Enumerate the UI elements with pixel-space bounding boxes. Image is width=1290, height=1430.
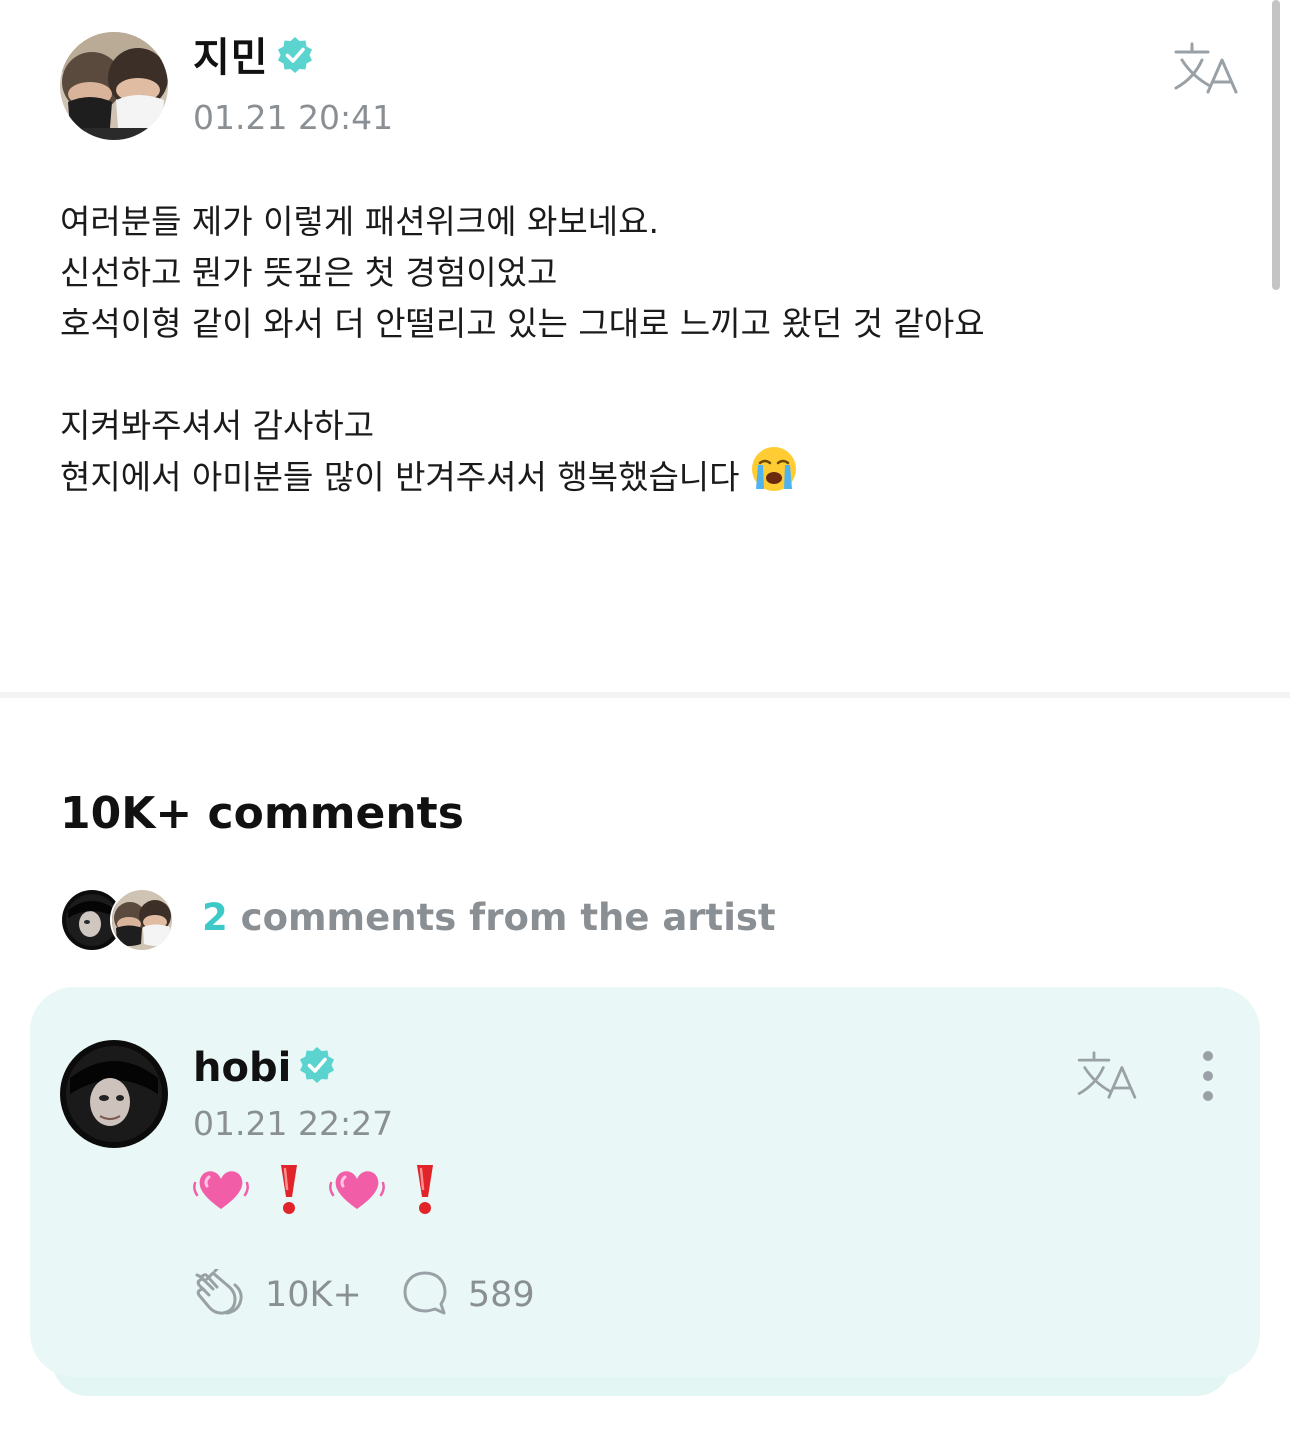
artist-comments-link[interactable]: 2 comments from the artist	[60, 886, 860, 952]
post-line: 신선하고 뭔가 뜻깊은 첫 경험이었고	[60, 253, 558, 292]
comment-timestamp: 01.21 22:27	[193, 1104, 394, 1143]
comment-author-row[interactable]: hobi	[193, 1044, 337, 1096]
author-name[interactable]: 지민	[193, 35, 269, 81]
artist-comments-text: comments from the artist	[240, 896, 776, 939]
comment-actions: 10K+ 589	[193, 1267, 535, 1323]
growing-heart-emoji	[329, 1161, 385, 1221]
reply-count: 589	[467, 1275, 535, 1315]
speech-bubble-icon	[402, 1270, 448, 1320]
post-line: 호석이형 같이 와서 더 안떨리고 있는 그대로 느끼고 왔던 것 같아요	[60, 304, 985, 343]
red-exclamation-emoji	[397, 1161, 453, 1221]
author-name-row[interactable]: 지민	[193, 34, 315, 86]
like-count: 10K+	[265, 1275, 362, 1315]
more-vertical-icon[interactable]	[1193, 1047, 1223, 1107]
scrollbar-thumb[interactable]	[1272, 0, 1280, 290]
author-avatar[interactable]	[60, 32, 168, 140]
post-line: 지켜봐주셔서 감사하고	[60, 406, 375, 445]
post-body: 여러분들 제가 이렇게 패션위크에 와보네요. 신선하고 뭔가 뜻깊은 첫 경험…	[60, 196, 1190, 502]
red-exclamation-emoji	[261, 1161, 317, 1221]
post-line-last: 현지에서 아미분들 많이 반겨주셔서 행복했습니다	[60, 447, 1190, 502]
artist-comments-label[interactable]: 2 comments from the artist	[202, 894, 776, 942]
comment-card[interactable]: hobi 01.21 22:27 10K+ 589	[30, 987, 1260, 1377]
comment-author-avatar[interactable]	[60, 1040, 168, 1148]
verified-badge-icon	[297, 1045, 337, 1096]
like-button[interactable]: 10K+	[193, 1267, 362, 1321]
artist-avatar-jimin	[110, 888, 174, 952]
translate-icon[interactable]	[1172, 40, 1240, 96]
post-timestamp: 01.21 20:41	[193, 98, 394, 137]
reply-button[interactable]: 589	[402, 1270, 535, 1320]
crying-face-emoji	[750, 445, 798, 507]
comment-author-name[interactable]: hobi	[193, 1045, 291, 1091]
artist-comment-count: 2	[202, 896, 228, 939]
verified-badge-icon	[275, 35, 315, 86]
scrollbar[interactable]	[1268, 0, 1290, 300]
comment-translate-icon[interactable]	[1075, 1049, 1139, 1101]
post-header: 지민 01.21 20:41	[60, 32, 1240, 142]
post-line: 여러분들 제가 이렇게 패션위크에 와보네요.	[60, 202, 659, 241]
comment-content	[193, 1159, 453, 1223]
growing-heart-emoji	[193, 1161, 249, 1221]
hands-clap-icon	[193, 1267, 245, 1321]
comments-heading: 10K+ comments	[60, 788, 464, 839]
post-line-text: 현지에서 아미분들 많이 반겨주셔서 행복했습니다	[60, 457, 740, 497]
section-divider	[0, 692, 1290, 698]
